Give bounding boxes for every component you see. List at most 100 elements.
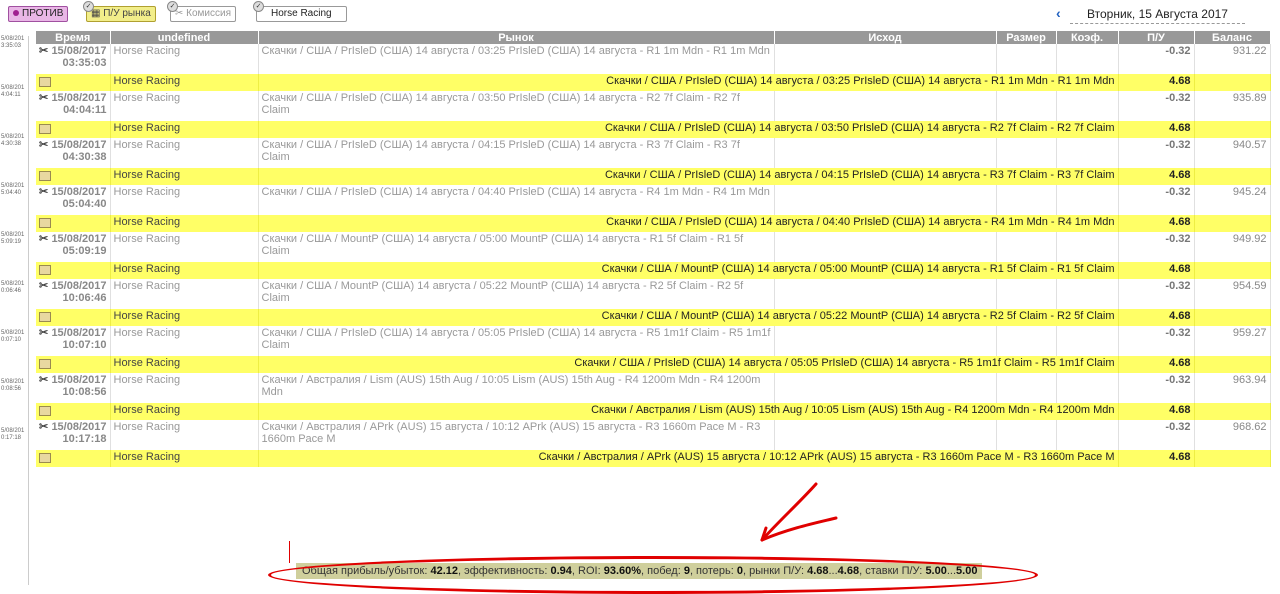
market-row[interactable]: Horse Racing Скачки / США / MountP (США) …	[36, 262, 1271, 279]
checkbox-icon[interactable]: ✓	[253, 1, 264, 12]
bet-outcome-cell	[774, 279, 997, 309]
bet-pl-cell: -0.32	[1118, 185, 1195, 215]
column-header[interactable]: П/У	[1118, 31, 1195, 44]
commission-filter-button[interactable]: ✓ ✂ Комиссия	[167, 1, 237, 22]
bet-market-cell: Скачки / США / MountP (США) 14 августа /…	[258, 232, 775, 262]
bet-odds-cell	[1056, 279, 1119, 309]
column-header[interactable]: undefined	[110, 31, 259, 44]
scissors-icon: ✂	[39, 421, 49, 433]
market-balance-cell	[1194, 450, 1271, 467]
bet-size-cell	[996, 232, 1057, 262]
bet-sport-cell: Horse Racing	[110, 420, 259, 450]
against-dot-icon	[13, 10, 19, 17]
annotation-arrow-icon	[760, 482, 838, 542]
bet-sport-cell: Horse Racing	[110, 373, 259, 403]
bet-size-cell	[996, 185, 1057, 215]
scissors-icon: ✂	[39, 327, 49, 339]
left-divider	[28, 36, 29, 585]
bet-row[interactable]: ✂ 15/08/2017 10:06:46 Horse Racing Скачки / …	[36, 279, 1271, 309]
bet-odds-cell	[1056, 91, 1119, 121]
bet-market-cell: Скачки / США / PrIsleD (США) 14 августа …	[258, 91, 775, 121]
bet-row[interactable]: ✂ 15/08/2017 10:17:18 Horse Racing Скачки / …	[36, 420, 1271, 450]
bet-balance-cell: 945.24	[1194, 185, 1271, 215]
bet-row[interactable]: ✂ 15/08/2017 03:35:03 Horse Racing Скачки / …	[36, 44, 1271, 74]
side-time-label: 5/08/201 4:04:11	[1, 85, 25, 98]
column-header[interactable]: Время	[36, 31, 111, 44]
date-navigator: ‹ Вторник, 15 Августа 2017	[1056, 6, 1246, 24]
market-pl-cell: 4.68	[1118, 121, 1195, 138]
market-sport-cell: Horse Racing	[110, 215, 259, 232]
market-icon-cell	[36, 450, 111, 467]
bet-row[interactable]: ✂ 15/08/2017 04:04:11 Horse Racing Скачки / …	[36, 91, 1271, 121]
bet-size-cell	[996, 326, 1057, 356]
market-name-cell: Скачки / США / PrIsleD (США) 14 августа …	[258, 356, 1119, 373]
market-pl-cell: 4.68	[1118, 168, 1195, 185]
market-sport-cell: Horse Racing	[110, 262, 259, 279]
market-icon	[39, 406, 51, 416]
bet-size-cell	[996, 279, 1057, 309]
prev-day-arrow-icon[interactable]: ‹	[1056, 6, 1061, 20]
bet-outcome-cell	[774, 420, 997, 450]
market-row[interactable]: Horse Racing Скачки / Австралия / Lism (A…	[36, 403, 1271, 420]
bet-row[interactable]: ✂ 15/08/2017 05:04:40 Horse Racing Скачки / …	[36, 185, 1271, 215]
market-row[interactable]: Horse Racing Скачки / США / PrIsleD (США)…	[36, 168, 1271, 185]
market-row[interactable]: Horse Racing Скачки / США / PrIsleD (США)…	[36, 121, 1271, 138]
market-icon-cell	[36, 309, 111, 326]
market-pl-cell: 4.68	[1118, 450, 1195, 467]
market-row[interactable]: Horse Racing Скачки / Австралия / APrk (A…	[36, 450, 1271, 467]
checkbox-icon[interactable]: ✓	[83, 1, 94, 12]
market-name-cell: Скачки / Австралия / APrk (AUS) 15 авгус…	[258, 450, 1119, 467]
bet-odds-cell	[1056, 232, 1119, 262]
column-header[interactable]: Размер	[996, 31, 1057, 44]
column-header[interactable]: Исход	[774, 31, 997, 44]
market-sport-cell: Horse Racing	[110, 356, 259, 373]
bet-row[interactable]: ✂ 15/08/2017 10:07:10 Horse Racing Скачки / …	[36, 326, 1271, 356]
market-pl-cell: 4.68	[1118, 403, 1195, 420]
market-pl-filter-button[interactable]: ✓ ▦ П/У рынка	[83, 1, 156, 22]
bet-odds-cell	[1056, 373, 1119, 403]
sport-filter-button[interactable]: ✓ Horse Racing	[253, 1, 347, 22]
bet-row[interactable]: ✂ 15/08/2017 04:30:38 Horse Racing Скачки / …	[36, 138, 1271, 168]
market-row[interactable]: Horse Racing Скачки / США / MountP (США) …	[36, 309, 1271, 326]
bet-pl-cell: -0.32	[1118, 326, 1195, 356]
market-name-cell: Скачки / США / PrIsleD (США) 14 августа …	[258, 74, 1119, 91]
bet-pl-cell: -0.32	[1118, 138, 1195, 168]
bet-size-cell	[996, 91, 1057, 121]
bet-balance-cell: 949.92	[1194, 232, 1271, 262]
market-balance-cell	[1194, 121, 1271, 138]
side-time-label: 5/08/201 3:35:03	[1, 36, 25, 49]
bet-outcome-cell	[774, 232, 997, 262]
bet-row[interactable]: ✂ 15/08/2017 05:09:19 Horse Racing Скачки / …	[36, 232, 1271, 262]
bet-datetime-cell: ✂ 15/08/2017 05:09:19	[36, 232, 111, 262]
bet-datetime-cell: ✂ 15/08/2017 10:06:46	[36, 279, 111, 309]
market-icon-cell	[36, 215, 111, 232]
side-time-label: 5/08/201 0:06:46	[1, 281, 25, 294]
bet-balance-cell: 940.57	[1194, 138, 1271, 168]
bet-datetime-cell: ✂ 15/08/2017 04:04:11	[36, 91, 111, 121]
date-label[interactable]: Вторник, 15 Августа 2017	[1070, 7, 1245, 24]
bet-row[interactable]: ✂ 15/08/2017 10:08:56 Horse Racing Скачки / …	[36, 373, 1271, 403]
market-balance-cell	[1194, 74, 1271, 91]
market-row[interactable]: Horse Racing Скачки / США / PrIsleD (США)…	[36, 356, 1271, 373]
market-icon	[39, 453, 51, 463]
column-header[interactable]: Коэф.	[1056, 31, 1119, 44]
market-row[interactable]: Horse Racing Скачки / США / PrIsleD (США)…	[36, 74, 1271, 91]
bet-sport-cell: Horse Racing	[110, 91, 259, 121]
market-icon-cell	[36, 168, 111, 185]
market-row[interactable]: Horse Racing Скачки / США / PrIsleD (США)…	[36, 215, 1271, 232]
column-header[interactable]: Баланс	[1194, 31, 1271, 44]
market-name-cell: Скачки / США / MountP (США) 14 августа /…	[258, 309, 1119, 326]
side-time-label: 5/08/201 0:17:18	[1, 428, 25, 441]
column-header[interactable]: Рынок	[258, 31, 775, 44]
market-icon-cell	[36, 356, 111, 373]
bet-datetime-cell: ✂ 15/08/2017 03:35:03	[36, 44, 111, 74]
bet-odds-cell	[1056, 44, 1119, 74]
bet-market-cell: Скачки / США / PrIsleD (США) 14 августа …	[258, 326, 775, 356]
checkbox-icon[interactable]: ✓	[167, 1, 178, 12]
bet-balance-cell: 954.59	[1194, 279, 1271, 309]
against-filter-button[interactable]: ПРОТИВ	[8, 6, 69, 22]
bet-pl-cell: -0.32	[1118, 91, 1195, 121]
scissors-icon: ✂	[39, 139, 49, 151]
bet-outcome-cell	[774, 44, 997, 74]
side-time-label: 5/08/201 0:08:56	[1, 379, 25, 392]
